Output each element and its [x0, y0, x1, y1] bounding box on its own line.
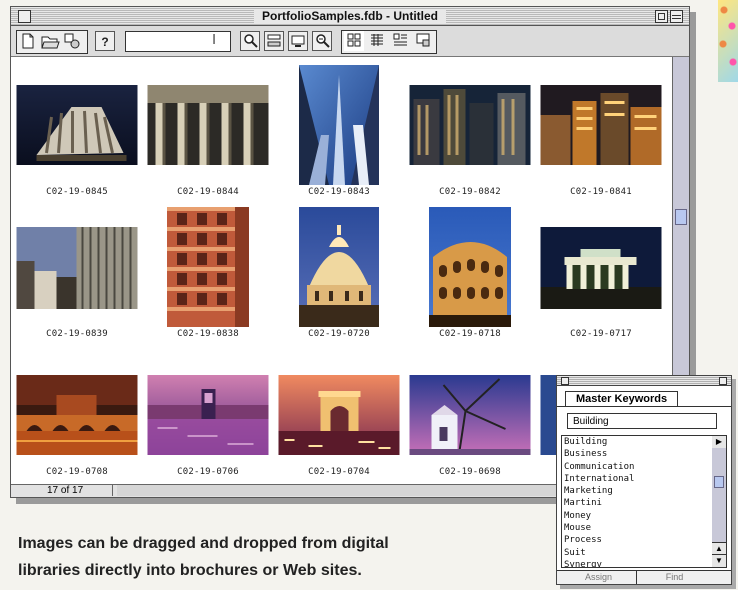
figure-caption: Images can be dragged and dropped from d…: [18, 530, 538, 584]
thumbnail-image[interactable]: [16, 85, 138, 165]
keyword-item[interactable]: Process: [562, 534, 712, 546]
gallery-icon[interactable]: [288, 31, 308, 51]
record-view-icon[interactable]: [390, 31, 410, 51]
catalog-icon[interactable]: [264, 31, 284, 51]
help-icon[interactable]: ?: [95, 31, 115, 51]
close-box[interactable]: [18, 10, 31, 23]
tab-master-keywords[interactable]: Master Keywords: [565, 391, 679, 407]
thumbnail-cell[interactable]: C02-19-0698: [406, 347, 534, 485]
settings-icon[interactable]: [62, 31, 82, 51]
thumbnail-image[interactable]: [167, 207, 249, 327]
thumbnail-image[interactable]: [147, 85, 269, 165]
thumbnail-caption: C02-19-0844: [177, 187, 239, 197]
keyword-item[interactable]: Building: [562, 436, 712, 448]
scroll-down-arrow-icon[interactable]: ▼: [712, 554, 726, 567]
thumbnail-caption: C02-19-0708: [46, 467, 108, 477]
palette-title-bar[interactable]: [557, 376, 731, 386]
thumbnail-cell[interactable]: C02-19-0706: [144, 347, 272, 485]
thumbnail-image[interactable]: [278, 375, 400, 455]
caption-line-1: Images can be dragged and dropped from d…: [18, 535, 389, 552]
thumbnail-cell[interactable]: C02-19-0838: [144, 207, 272, 347]
decorative-illustration: [718, 0, 738, 82]
palette-button-bar: Assign Find: [557, 570, 731, 584]
thumbnail-caption: C02-19-0845: [46, 187, 108, 197]
assign-button[interactable]: Assign: [561, 571, 637, 584]
keyword-scroll-thumb[interactable]: [714, 476, 724, 488]
thumbnail-image[interactable]: [540, 227, 662, 309]
keyword-item[interactable]: Martini: [562, 497, 712, 509]
thumbnail-cell[interactable]: C02-19-0718: [406, 207, 534, 347]
keyword-item[interactable]: International: [562, 473, 712, 485]
keyword-list-scrollbar[interactable]: ▶ ▲ ▼: [712, 435, 727, 568]
text-cursor-icon: I: [212, 33, 216, 48]
thumbnail-cell[interactable]: C02-19-0844: [144, 57, 272, 207]
zoom-box[interactable]: [655, 10, 668, 23]
thumbnail-caption: C02-19-0841: [570, 187, 632, 197]
thumbnail-cell[interactable]: C02-19-0841: [537, 57, 665, 207]
thumbnail-image[interactable]: [409, 85, 531, 165]
keyword-item[interactable]: Mouse: [562, 522, 712, 534]
keyword-item[interactable]: Communication: [562, 461, 712, 473]
search-input[interactable]: I: [125, 31, 231, 52]
thumbnail-cell[interactable]: C02-19-0717: [537, 207, 665, 347]
palette-collapse-box[interactable]: [719, 377, 727, 385]
master-keywords-palette: Master Keywords Building Building Busine…: [556, 375, 732, 585]
palette-close-box[interactable]: [561, 377, 569, 385]
thumbnail-image[interactable]: [540, 85, 662, 165]
find-icon[interactable]: [240, 31, 260, 51]
thumbnail-cell[interactable]: C02-19-0845: [13, 57, 141, 207]
thumbnail-cell[interactable]: C02-19-0839: [13, 207, 141, 347]
thumbnail-cell[interactable]: C02-19-0704: [275, 347, 403, 485]
thumbnail-caption: C02-19-0718: [439, 329, 501, 339]
expand-arrow-icon[interactable]: ▶: [712, 436, 726, 448]
thumbnail-image[interactable]: [16, 227, 138, 309]
thumbnail-image[interactable]: [299, 65, 379, 185]
keyword-item[interactable]: Marketing: [562, 485, 712, 497]
list-view-icon[interactable]: [367, 31, 387, 51]
new-document-icon[interactable]: [18, 31, 38, 51]
keyword-item[interactable]: Money: [562, 510, 712, 522]
slide-show-icon[interactable]: [413, 31, 433, 51]
thumbnail-cell[interactable]: C02-19-0708: [13, 347, 141, 485]
caption-line-2: libraries directly into brochures or Web…: [18, 562, 362, 579]
keyword-item[interactable]: Business: [562, 448, 712, 460]
thumbnail-caption: C02-19-0838: [177, 329, 239, 339]
record-count: 17 of 17: [17, 484, 113, 496]
thumbnail-caption: C02-19-0706: [177, 467, 239, 477]
keyword-item[interactable]: Synergy: [562, 559, 712, 567]
open-folder-icon[interactable]: [40, 31, 60, 51]
toolbar: ? I: [11, 26, 689, 57]
thumbnail-image[interactable]: [147, 375, 269, 455]
thumbnail-caption: C02-19-0704: [308, 467, 370, 477]
thumbnail-image[interactable]: [299, 207, 379, 327]
thumbnail-image[interactable]: [16, 375, 138, 455]
tab-divider: [557, 406, 731, 407]
window-title: PortfolioSamples.fdb - Untitled: [254, 9, 446, 23]
collapse-box[interactable]: [670, 10, 683, 23]
thumbnail-image[interactable]: [409, 375, 531, 455]
keyword-input[interactable]: Building: [567, 413, 717, 429]
thumbnail-caption: C02-19-0842: [439, 187, 501, 197]
thumbnail-caption: C02-19-0698: [439, 467, 501, 477]
thumbnail-caption: C02-19-0717: [570, 329, 632, 339]
keyword-item[interactable]: Suit: [562, 547, 712, 559]
title-bar[interactable]: PortfolioSamples.fdb - Untitled: [11, 7, 689, 26]
find-button[interactable]: Find: [637, 571, 712, 584]
keyword-list[interactable]: Building Business Communication Internat…: [561, 435, 713, 568]
thumbnail-cell[interactable]: C02-19-0842: [406, 57, 534, 207]
scroll-thumb[interactable]: [675, 209, 687, 225]
thumbnail-caption: C02-19-0720: [308, 329, 370, 339]
thumbnail-image[interactable]: [429, 207, 511, 327]
thumbnail-caption: C02-19-0843: [308, 187, 370, 197]
thumbnail-cell[interactable]: C02-19-0720: [275, 207, 403, 347]
zoom-icon[interactable]: [312, 31, 332, 51]
thumbnail-view-icon[interactable]: [344, 31, 364, 51]
thumbnail-cell[interactable]: C02-19-0843: [275, 57, 403, 207]
thumbnail-caption: C02-19-0839: [46, 329, 108, 339]
